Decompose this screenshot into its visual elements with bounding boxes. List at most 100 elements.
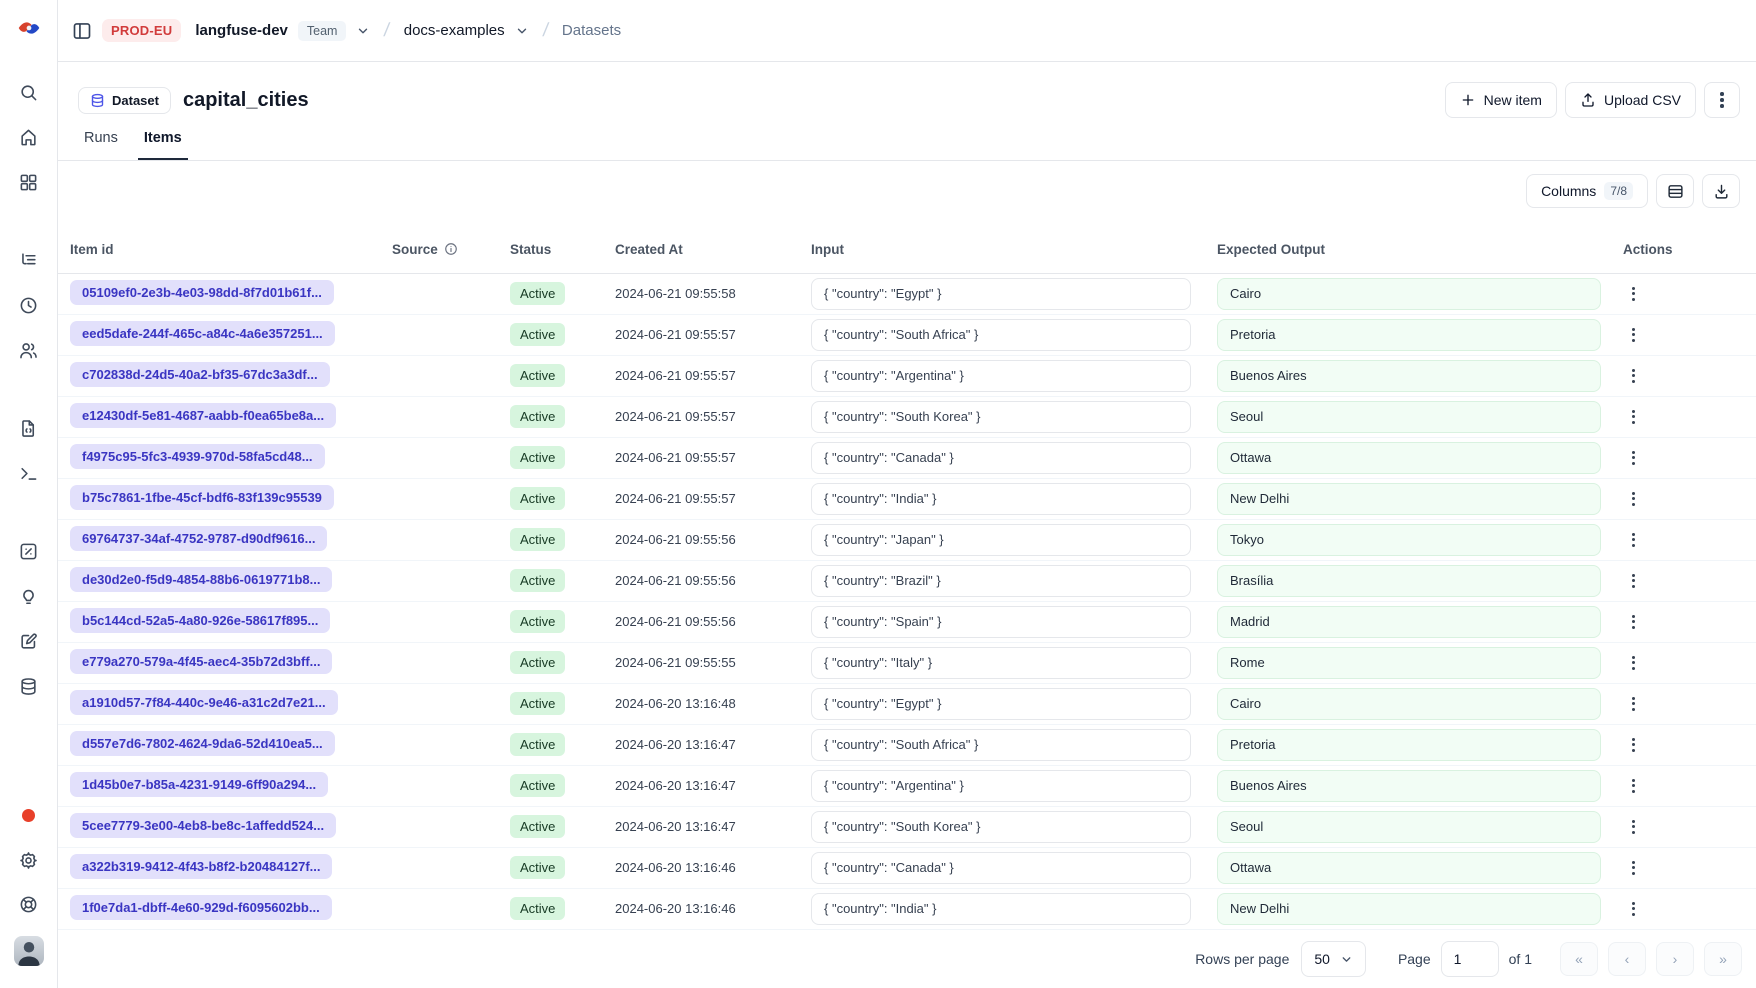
new-item-button[interactable]: New item (1445, 82, 1557, 118)
table-row: eed5dafe-244f-465c-a84c-4a6e357251... Ac… (58, 314, 1756, 355)
export-button[interactable] (1702, 174, 1740, 208)
input-preview: { "country": "Japan" } (811, 524, 1191, 556)
project-chevron-down-icon[interactable] (515, 24, 529, 38)
input-preview: { "country": "Argentina" } (811, 360, 1191, 392)
expected-output-preview: Buenos Aires (1217, 360, 1601, 392)
row-actions-button[interactable] (1623, 611, 1643, 633)
row-actions-button[interactable] (1623, 775, 1643, 797)
dashboards-icon[interactable] (17, 170, 41, 194)
source-cell (390, 519, 508, 560)
status-badge: Active (510, 815, 565, 838)
row-actions-button[interactable] (1623, 734, 1643, 756)
insights-icon[interactable] (17, 584, 41, 608)
rows-per-page-select[interactable]: 50 (1301, 941, 1366, 977)
breadcrumb-separator: / (379, 20, 395, 42)
input-preview: { "country": "Egypt" } (811, 688, 1191, 720)
rows-per-page-label: Rows per page (1195, 951, 1289, 967)
item-id-badge[interactable]: b75c7861-1fbe-45cf-bdf6-83f139c95539 (70, 485, 334, 510)
status-badge: Active (510, 282, 565, 305)
row-actions-button[interactable] (1623, 816, 1643, 838)
page-label: Page (1398, 951, 1431, 967)
source-cell (390, 724, 508, 765)
org-chevron-down-icon[interactable] (356, 24, 370, 38)
playground-icon[interactable] (17, 461, 41, 485)
status-badge: Active (510, 774, 565, 797)
status-badge: Active (510, 487, 565, 510)
previous-page-button[interactable]: ‹ (1608, 942, 1646, 976)
input-preview: { "country": "South Africa" } (811, 729, 1191, 761)
next-page-button[interactable]: › (1656, 942, 1694, 976)
prompts-icon[interactable] (17, 416, 41, 440)
item-id-badge[interactable]: a1910d57-7f84-440c-9e46-a31c2d7e21... (70, 690, 338, 715)
project-name[interactable]: docs-examples (404, 22, 505, 39)
status-badge: Active (510, 323, 565, 346)
item-id-badge[interactable]: c702838d-24d5-40a2-bf35-67dc3a3df... (70, 362, 330, 387)
expected-output-preview: Tokyo (1217, 524, 1601, 556)
item-id-badge[interactable]: 05109ef0-2e3b-4e03-98dd-8f7d01b61f... (70, 280, 334, 305)
item-id-badge[interactable]: eed5dafe-244f-465c-a84c-4a6e357251... (70, 321, 335, 346)
upload-csv-button[interactable]: Upload CSV (1565, 82, 1696, 118)
created-at-cell: 2024-06-21 09:55:57 (613, 478, 809, 519)
tab-runs[interactable]: Runs (78, 130, 124, 160)
settings-gear-icon[interactable] (17, 848, 41, 872)
item-id-badge[interactable]: a322b319-9412-4f43-b8f2-b20484127f... (70, 854, 332, 879)
item-id-badge[interactable]: e779a270-579a-4f45-aec4-35b72d3bff... (70, 649, 332, 674)
search-icon[interactable] (17, 80, 41, 104)
home-icon[interactable] (17, 125, 41, 149)
columns-button[interactable]: Columns 7/8 (1526, 174, 1648, 208)
support-lifebuoy-icon[interactable] (17, 892, 41, 916)
tab-items[interactable]: Items (138, 130, 188, 160)
item-id-badge[interactable]: 1d45b0e7-b85a-4231-9149-6ff90a294... (70, 772, 328, 797)
sessions-icon[interactable] (17, 293, 41, 317)
row-actions-button[interactable] (1623, 857, 1643, 879)
row-actions-button[interactable] (1623, 365, 1643, 387)
column-header-source[interactable]: Source (390, 226, 508, 273)
column-header-expected-output[interactable]: Expected Output (1215, 226, 1621, 273)
source-cell (390, 273, 508, 314)
row-height-button[interactable] (1656, 174, 1694, 208)
column-header-input[interactable]: Input (809, 226, 1215, 273)
row-actions-button[interactable] (1623, 570, 1643, 592)
column-header-created-at[interactable]: Created At (613, 226, 809, 273)
users-icon[interactable] (17, 338, 41, 362)
page-more-actions-button[interactable] (1704, 82, 1740, 118)
row-actions-button[interactable] (1623, 283, 1643, 305)
annotation-icon[interactable] (17, 629, 41, 653)
page-number-input[interactable] (1441, 941, 1499, 977)
item-id-badge[interactable]: de30d2e0-f5d9-4854-88b6-0619771b8... (70, 567, 332, 592)
app-window: PROD-EU langfuse-dev Team / docs-example… (0, 0, 1756, 988)
input-preview: { "country": "Italy" } (811, 647, 1191, 679)
input-preview: { "country": "Argentina" } (811, 770, 1191, 802)
row-actions-button[interactable] (1623, 488, 1643, 510)
column-header-item-id[interactable]: Item id (58, 226, 390, 273)
user-avatar[interactable] (14, 936, 44, 966)
row-actions-button[interactable] (1623, 529, 1643, 551)
org-name[interactable]: langfuse-dev (195, 22, 288, 39)
row-actions-button[interactable] (1623, 693, 1643, 715)
item-id-badge[interactable]: b5c144cd-52a5-4a80-926e-58617f895... (70, 608, 330, 633)
column-header-status[interactable]: Status (508, 226, 613, 273)
columns-label: Columns (1541, 183, 1596, 199)
item-id-badge[interactable]: e12430df-5e81-4687-aabb-f0ea65be8a... (70, 403, 336, 428)
created-at-cell: 2024-06-20 13:16:47 (613, 765, 809, 806)
sidebar-toggle-icon[interactable] (72, 21, 92, 41)
first-page-button[interactable]: « (1560, 942, 1598, 976)
item-id-badge[interactable]: 1f0e7da1-dbff-4e60-929d-f6095602bb... (70, 895, 332, 920)
row-actions-button[interactable] (1623, 406, 1643, 428)
item-id-badge[interactable]: f4975c95-5fc3-4939-970d-58fa5cd48... (70, 444, 325, 469)
last-page-button[interactable]: » (1704, 942, 1742, 976)
item-id-badge[interactable]: 69764737-34af-4752-9787-d90df9616... (70, 526, 327, 551)
item-id-badge[interactable]: d557e7d6-7802-4624-9da6-52d410ea5... (70, 731, 335, 756)
breadcrumb-section[interactable]: Datasets (562, 22, 621, 39)
datasets-icon[interactable] (17, 674, 41, 698)
item-id-badge[interactable]: 5cee7779-3e00-4eb8-be8c-1affedd524... (70, 813, 336, 838)
tracing-icon[interactable] (17, 248, 41, 272)
row-actions-button[interactable] (1623, 324, 1643, 346)
row-actions-button[interactable] (1623, 898, 1643, 920)
record-indicator-icon[interactable] (22, 809, 35, 822)
scores-icon[interactable] (17, 539, 41, 563)
expected-output-preview: Pretoria (1217, 729, 1601, 761)
row-actions-button[interactable] (1623, 447, 1643, 469)
row-actions-button[interactable] (1623, 652, 1643, 674)
status-badge: Active (510, 610, 565, 633)
